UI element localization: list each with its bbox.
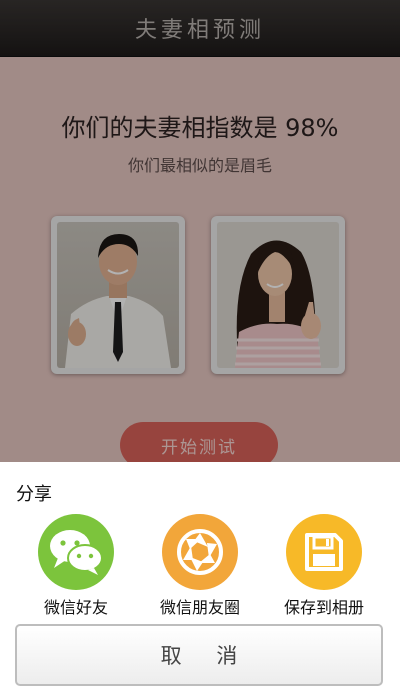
start-test-label: 开始测试: [161, 437, 237, 458]
male-photo: [57, 222, 179, 368]
photo-card-male: [51, 216, 185, 374]
share-title: 分享: [16, 484, 52, 505]
share-wechat-moments-button[interactable]: 微信朋友圈: [145, 514, 255, 618]
similar-feature-text: 你们最相似的是眉毛: [127, 156, 272, 175]
app-title: 夫妻相预测: [134, 18, 265, 43]
share-wechat-moments-label: 微信朋友圈: [159, 598, 240, 617]
share-wechat-friends-button[interactable]: 微信好友: [21, 514, 131, 618]
title-bar: 夫妻相预测: [0, 0, 400, 57]
cancel-button[interactable]: 取 消: [15, 624, 383, 686]
share-sheet: 分享 微信好友 微信朋友圈 保存到相册 取 消: [0, 462, 400, 700]
female-photo: [217, 222, 339, 368]
share-wechat-friends-label: 微信好友: [43, 598, 108, 617]
cancel-label: 取 消: [160, 644, 252, 668]
save-floppy-icon: [286, 514, 362, 590]
moments-aperture-icon: [162, 514, 238, 590]
save-to-album-label: 保存到相册: [283, 598, 364, 617]
wechat-icon: [38, 514, 114, 590]
save-to-album-button[interactable]: 保存到相册: [269, 514, 379, 618]
match-score-heading: 你们的夫妻相指数是 98%: [61, 114, 339, 142]
photo-card-female: [211, 216, 345, 374]
